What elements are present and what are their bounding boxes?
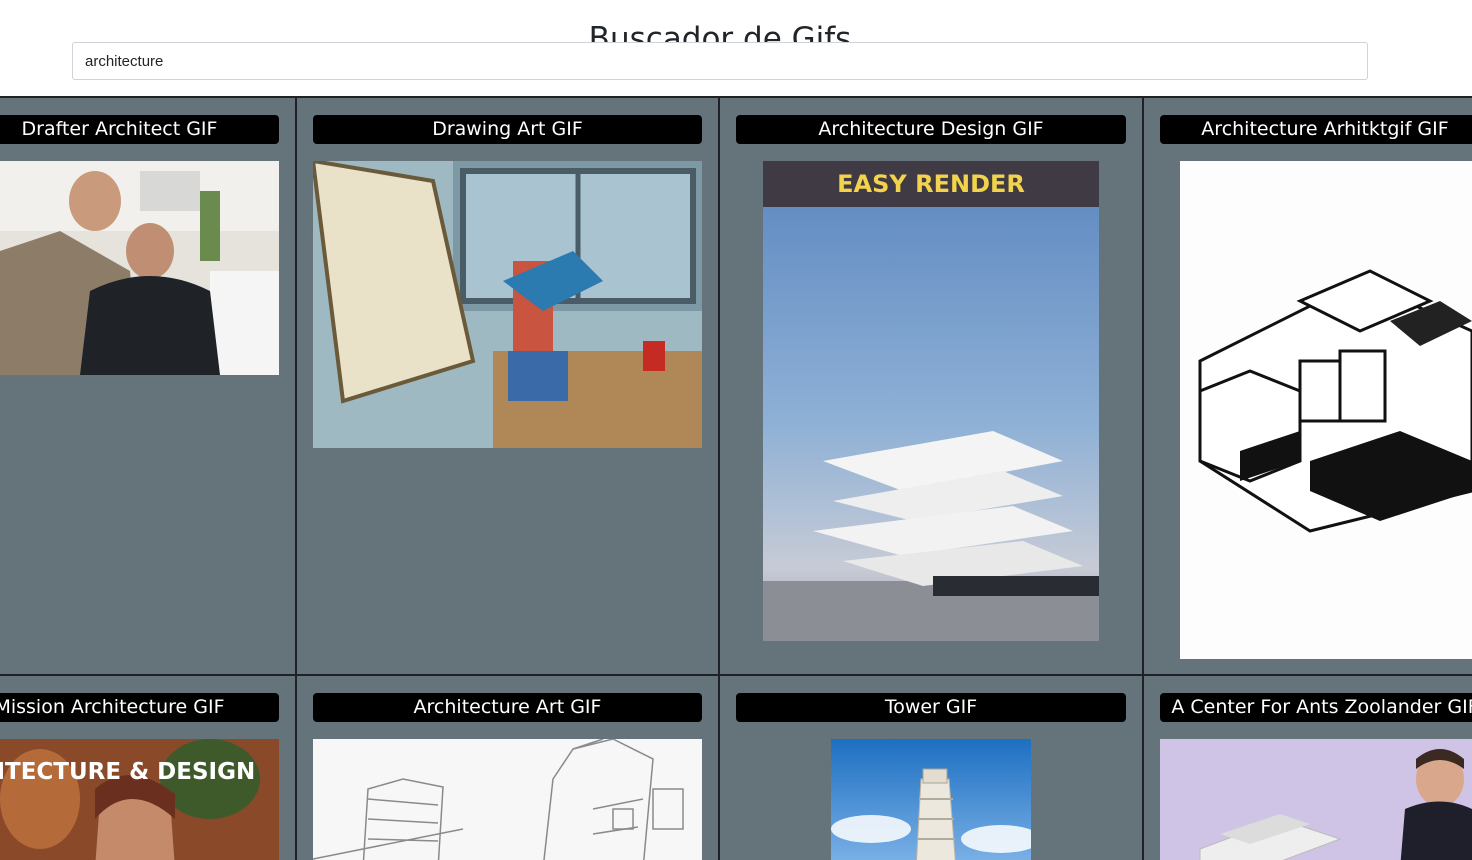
gif-card[interactable]: Drawing Art GIF (297, 98, 720, 676)
gif-card[interactable]: Drafter Architect GIF (0, 98, 297, 676)
search-input[interactable] (72, 42, 1368, 80)
gif-image[interactable] (313, 161, 702, 448)
gif-image[interactable]: ARCHITECTURE & DESIGN (0, 739, 279, 860)
gif-card[interactable]: Tower GIF (720, 676, 1144, 860)
gif-title: Drafter Architect GIF (0, 115, 279, 144)
gif-grid: Drafter Architect GIF Drawing Art GIF Ar… (0, 96, 1472, 860)
gif-title: Tower GIF (736, 693, 1126, 722)
gif-image[interactable] (1180, 161, 1472, 659)
gif-image[interactable]: EASY RENDER (763, 161, 1099, 641)
gif-title: Architecture Arhitktgif GIF (1160, 115, 1472, 144)
gif-image[interactable] (1160, 739, 1472, 860)
gif-card[interactable]: Architecture Art GIF (297, 676, 720, 860)
gif-card[interactable]: Architecture Arhitktgif GIF (1144, 98, 1472, 676)
gif-overlay-text: ARCHITECTURE & DESIGN (0, 759, 255, 785)
gif-image[interactable] (313, 739, 702, 860)
gif-title: Architecture Art GIF (313, 693, 702, 722)
gif-image[interactable] (831, 739, 1031, 860)
gif-title: Mission Architecture GIF (0, 693, 279, 722)
gif-card[interactable]: Architecture Design GIF EASY RENDER (720, 98, 1144, 676)
gif-card[interactable]: Mission Architecture GIF ARCHITECTURE & … (0, 676, 297, 860)
gif-image[interactable] (0, 161, 279, 375)
gif-overlay-text: EASY RENDER (837, 170, 1025, 198)
gif-card[interactable]: A Center For Ants Zoolander GIF (1144, 676, 1472, 860)
gif-title: Drawing Art GIF (313, 115, 702, 144)
gif-title: Architecture Design GIF (736, 115, 1126, 144)
gif-title: A Center For Ants Zoolander GIF (1160, 693, 1472, 722)
